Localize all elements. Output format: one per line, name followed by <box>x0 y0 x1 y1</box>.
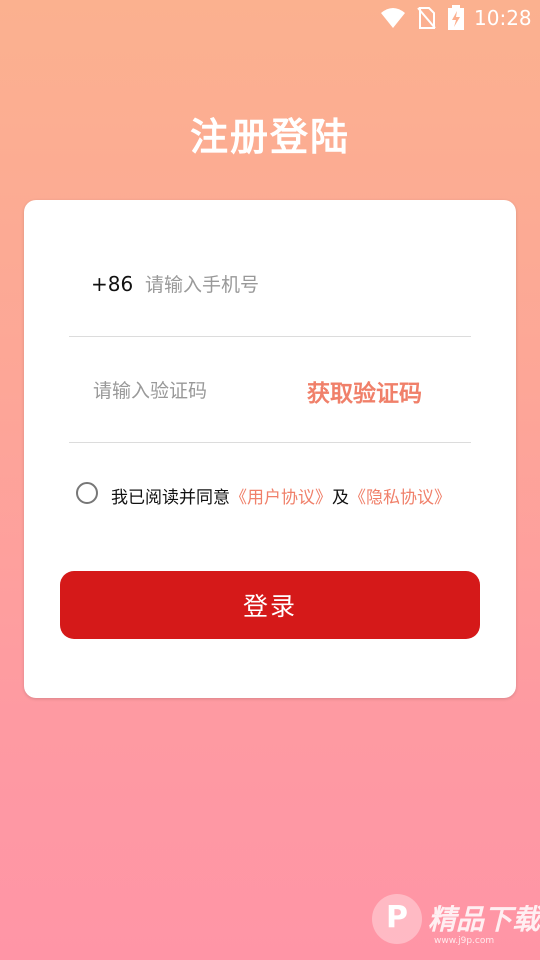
phone-input[interactable] <box>143 266 447 304</box>
verification-code-input[interactable] <box>91 372 285 410</box>
watermark: P 精品下载 www.j9p.com <box>372 888 540 960</box>
agreement-prefix: 我已阅读并同意 <box>111 488 230 508</box>
verification-code-row: 获取验证码 <box>69 336 471 443</box>
watermark-url: www.j9p.com <box>434 936 495 946</box>
privacy-policy-link[interactable]: 《隐私协议》 <box>349 488 451 508</box>
login-button[interactable]: 登录 <box>60 571 480 639</box>
phone-row: +86 <box>69 260 471 337</box>
watermark-logo-letter: P <box>386 900 408 935</box>
no-sim-icon <box>417 7 436 29</box>
login-card: +86 获取验证码 我已阅读并同意《用户协议》及《隐私协议》 登录 <box>24 200 516 698</box>
agreement-text: 我已阅读并同意《用户协议》及《隐私协议》 <box>111 483 451 508</box>
agreement-conjunction: 及 <box>332 488 349 508</box>
agreement-radio[interactable] <box>76 482 98 504</box>
page-title: 注册登陆 <box>189 115 350 159</box>
wifi-icon <box>381 8 405 28</box>
country-code[interactable]: +86 <box>91 272 133 296</box>
user-agreement-link[interactable]: 《用户协议》 <box>230 488 332 508</box>
watermark-text: 精品下载 <box>428 903 540 936</box>
agreement-row: 我已阅读并同意《用户协议》及《隐私协议》 <box>74 480 504 510</box>
status-time: 10:28 <box>474 6 532 30</box>
get-code-button[interactable]: 获取验证码 <box>307 374 422 408</box>
status-bar: 10:28 <box>0 0 540 36</box>
battery-charging-icon <box>448 5 464 30</box>
